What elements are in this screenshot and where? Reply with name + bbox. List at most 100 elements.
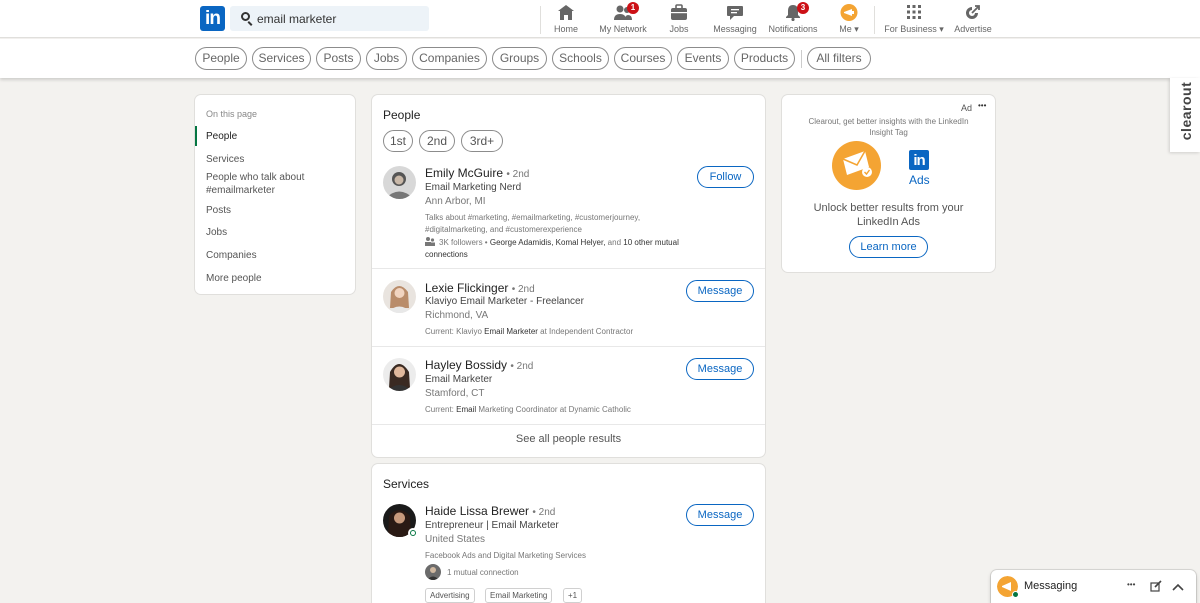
linkedin-ads-logo: in [909, 150, 929, 170]
notifications-badge: 3 [797, 2, 809, 14]
more-options-icon[interactable]: ••• [1127, 580, 1135, 589]
person-name[interactable]: Haide Lissa Brewer • 2nd [425, 504, 555, 518]
person-name[interactable]: Hayley Bossidy • 2nd [425, 358, 533, 372]
sidebar-item-services[interactable]: Services [206, 153, 244, 166]
active-indicator [195, 126, 197, 146]
sidebar-item-jobs[interactable]: Jobs [206, 226, 227, 239]
sidebar-item-more-people[interactable]: More people [206, 272, 262, 285]
grid-icon [884, 4, 944, 21]
search-bar[interactable] [230, 6, 429, 31]
row-divider [372, 424, 765, 425]
see-all-people-link[interactable]: See all people results [372, 433, 765, 445]
clearout-logo[interactable] [831, 141, 882, 190]
nav-home[interactable]: Home [550, 4, 582, 34]
search-icon [241, 12, 250, 21]
filter-events[interactable]: Events [677, 47, 729, 70]
avatar[interactable] [383, 358, 416, 391]
nav-label: Jobs [669, 24, 689, 34]
person-mutual[interactable]: 3K followers • George Adamidis, Komal He… [425, 237, 695, 261]
ad-headline: Unlock better results from your LinkedIn… [813, 202, 964, 228]
people-icon [425, 237, 435, 246]
search-input[interactable] [257, 6, 422, 31]
nav-me[interactable]: Me ▾ [834, 4, 864, 34]
mutual-avatar [425, 564, 441, 580]
chat-icon [713, 4, 757, 21]
person-name[interactable]: Emily McGuire • 2nd [425, 166, 529, 180]
nav-label: Notifications [768, 24, 818, 34]
more-options-icon[interactable]: ••• [978, 101, 986, 110]
advertise-icon [954, 4, 992, 21]
service-tag: Advertising [425, 588, 475, 603]
messaging-title: Messaging [1024, 580, 1078, 592]
nav-label: Home [553, 24, 578, 34]
message-button[interactable]: Message [686, 358, 754, 380]
person-current: Current: Klaviyo Email Marketer at Indep… [425, 327, 634, 336]
chevron-up-icon[interactable] [1172, 579, 1184, 597]
filter-courses[interactable]: Courses [614, 47, 672, 70]
nav-advertise[interactable]: Advertise [954, 4, 992, 34]
message-button[interactable]: Message [686, 504, 754, 526]
nav-messaging[interactable]: Messaging [713, 4, 757, 34]
filter-companies[interactable]: Companies [412, 47, 487, 70]
filter-people[interactable]: People [195, 47, 247, 70]
people-results-card: People 1st 2nd 3rd+ Emily McGuire • 2nd … [372, 95, 765, 457]
person-name[interactable]: Lexie Flickinger • 2nd [425, 281, 535, 295]
chip-1st[interactable]: 1st [383, 130, 413, 152]
search-filters-bar: People Services Posts Jobs Companies Gro… [0, 39, 1200, 78]
messaging-bar[interactable]: Messaging ••• [991, 570, 1196, 603]
nav-my-network[interactable]: 1 My Network [597, 2, 649, 34]
filter-posts[interactable]: Posts [316, 47, 361, 70]
nav-for-business[interactable]: For Business ▾ [884, 4, 944, 34]
briefcase-icon [666, 4, 692, 21]
follow-button[interactable]: Follow [697, 166, 754, 188]
service-tag[interactable]: +1 [563, 588, 583, 603]
sidebar-item-companies[interactable]: Companies [206, 249, 257, 262]
nav-label: For Business ▾ [884, 24, 944, 34]
avatar[interactable] [383, 166, 416, 199]
person-headline: Email Marketing Nerd [425, 182, 522, 193]
filter-groups[interactable]: Groups [492, 47, 547, 70]
filter-divider [801, 50, 802, 68]
filter-jobs[interactable]: Jobs [366, 47, 407, 70]
clearout-extension-tab[interactable]: clearout [1170, 78, 1200, 152]
linkedin-logo[interactable]: in [200, 6, 225, 31]
home-icon [550, 4, 582, 21]
mutual-connections[interactable]: 1 mutual connection [447, 567, 519, 579]
filter-services[interactable]: Services [252, 47, 311, 70]
ad-label: Ad [961, 103, 973, 113]
nav-label: Advertise [954, 24, 992, 34]
linkedin-ads-label: Ads [909, 173, 930, 187]
compose-icon[interactable] [1150, 579, 1162, 597]
service-tag: Email Marketing [485, 588, 553, 603]
sidebar-title: On this page [206, 109, 258, 119]
section-title: Services [383, 477, 430, 491]
filter-all-filters[interactable]: All filters [807, 47, 871, 70]
chip-2nd[interactable]: 2nd [419, 130, 455, 152]
avatar[interactable] [383, 280, 416, 313]
chevron-down-icon: ▾ [939, 24, 944, 34]
person-talks-about: Talks about #marketing, #emailmarketing,… [425, 213, 641, 234]
message-button[interactable]: Message [686, 280, 754, 302]
sidebar-item-people[interactable]: People [206, 130, 237, 143]
online-status-dot [408, 528, 418, 538]
nav-jobs[interactable]: Jobs [666, 4, 692, 34]
sidebar-item-posts[interactable]: Posts [206, 204, 231, 217]
network-icon: 1 [614, 2, 639, 21]
chip-3rd-plus[interactable]: 3rd+ [461, 130, 503, 152]
row-divider [372, 268, 765, 269]
person-headline: Klaviyo Email Marketer - Freelancer [425, 296, 584, 307]
person-headline: Email Marketer [425, 374, 493, 385]
on-this-page-nav: On this page People Services People who … [195, 95, 355, 294]
online-status-dot [1012, 591, 1019, 598]
learn-more-button[interactable]: Learn more [849, 236, 928, 258]
services-results-card: Services Haide Lissa Brewer • 2nd Entrep… [372, 464, 765, 603]
nav-label: Messaging [713, 24, 757, 34]
filter-schools[interactable]: Schools [552, 47, 609, 70]
person-location: Stamford, CT [425, 388, 485, 399]
person-headline: Entrepreneur | Email Marketer [425, 520, 559, 531]
nav-notifications[interactable]: 3 Notifications [767, 2, 819, 34]
filter-products[interactable]: Products [734, 47, 795, 70]
section-title: People [383, 108, 421, 122]
clearout-label: clearout [1178, 81, 1194, 141]
sidebar-item-people-who-talk[interactable]: People who talk about #emailmarketer [206, 171, 326, 197]
